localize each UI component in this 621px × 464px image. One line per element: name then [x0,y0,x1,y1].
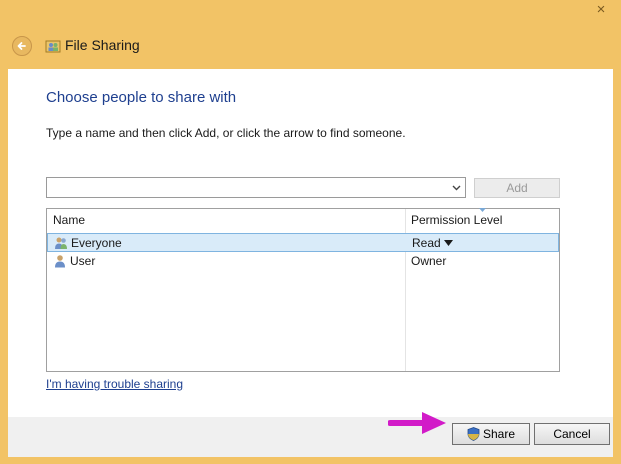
back-arrow-icon [17,42,26,50]
row-name-everyone: Everyone [71,236,122,250]
group-icon [55,237,67,249]
dialog-content: Choose people to share with Type a name … [8,69,613,417]
row-permission-user: Owner [411,254,447,268]
file-sharing-icon [45,40,61,53]
row-permission-everyone[interactable]: Read [412,236,441,250]
column-header-permission[interactable]: Permission Level [411,213,502,227]
uac-shield-icon [467,427,480,441]
trouble-sharing-link[interactable]: I'm having trouble sharing [46,377,183,391]
cancel-button[interactable]: Cancel [534,423,610,445]
permissions-list[interactable]: Name Permission Level Everyone Read User… [46,208,560,372]
column-header-name[interactable]: Name [53,213,85,227]
dialog-footer: Share Cancel [8,417,613,457]
title-bar: File Sharing [0,30,621,62]
dropdown-arrow-icon[interactable] [444,240,453,246]
table-row[interactable]: User Owner [47,252,559,271]
chevron-down-icon[interactable] [452,183,461,192]
annotation-arrow-icon [388,412,446,434]
close-button[interactable]: × [587,0,615,20]
close-icon: × [596,1,606,18]
page-title: Choose people to share with [46,89,237,106]
share-button[interactable]: Share [452,423,530,445]
instructions-text: Type a name and then click Add, or click… [46,126,406,140]
sort-caret-icon [479,208,486,212]
add-button[interactable]: Add [474,178,560,198]
row-name-user: User [70,254,96,268]
file-sharing-window: × File Sharing Choose people to share wi… [0,0,621,464]
user-icon [55,255,65,268]
back-button[interactable] [12,36,32,56]
name-combobox[interactable] [46,177,466,198]
window-title: File Sharing [65,37,140,53]
table-row[interactable]: Everyone Read [47,233,559,252]
list-header: Name Permission Level [47,208,559,231]
share-button-label: Share [482,427,516,441]
